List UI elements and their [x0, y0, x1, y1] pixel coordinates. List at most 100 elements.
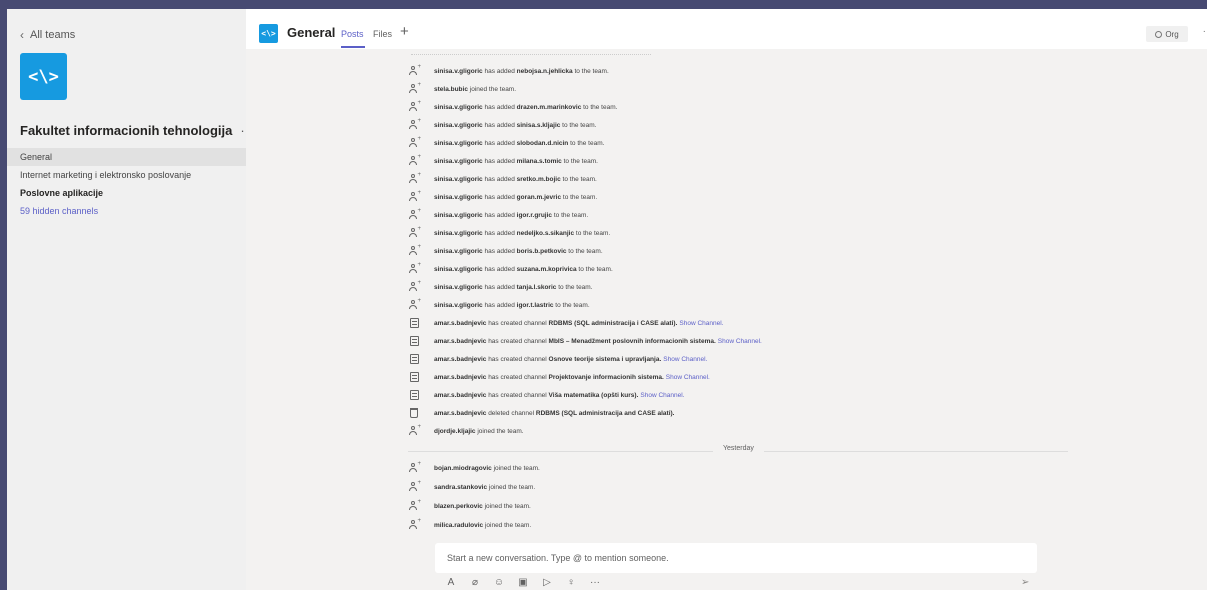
- activity-user[interactable]: amar.s.badnjevic: [434, 410, 486, 417]
- activity-user[interactable]: sinisa.v.gligoric: [434, 212, 483, 219]
- activity-target[interactable]: suzana.m.koprivica: [517, 266, 577, 273]
- show-channel-link[interactable]: Show Channel.: [663, 356, 707, 363]
- org-button[interactable]: Org: [1146, 26, 1188, 42]
- activity-user[interactable]: sinisa.v.gligoric: [434, 302, 483, 309]
- activity-action: joined the team.: [467, 85, 517, 93]
- activity-user[interactable]: amar.s.badnjevic: [434, 320, 486, 327]
- compose-box[interactable]: Start a new conversation. Type @ to ment…: [435, 543, 1037, 573]
- activity-user[interactable]: sinisa.v.gligoric: [434, 176, 483, 183]
- activity-user[interactable]: sinisa.v.gligoric: [434, 104, 483, 111]
- activity-text: sinisa.v.gligoric has added slobodan.d.n…: [434, 140, 604, 147]
- show-channel-link[interactable]: Show Channel.: [666, 374, 710, 381]
- org-label: Org: [1165, 29, 1179, 39]
- activity-target[interactable]: igor.t.lastric: [517, 302, 554, 309]
- channel-icon: [408, 317, 420, 329]
- channel-general[interactable]: General: [7, 148, 246, 166]
- activity-text: milica.radulovic joined the team.: [434, 522, 531, 529]
- format-icon[interactable]: A: [445, 576, 457, 588]
- activity-user[interactable]: stela.bubic: [434, 86, 468, 93]
- activity-target[interactable]: Projektovanje informacionih sistema.: [549, 374, 664, 381]
- user-add-icon: +: [408, 208, 421, 221]
- activity-item: amar.s.badnjevic has created channel RDB…: [408, 314, 723, 332]
- activity-user[interactable]: sinisa.v.gligoric: [434, 68, 483, 75]
- activity-user[interactable]: amar.s.badnjevic: [434, 338, 486, 345]
- activity-target[interactable]: nedeljko.s.sikanjic: [517, 230, 574, 237]
- activity-target[interactable]: RDBMS (SQL administracija i CASE alati).: [549, 320, 678, 327]
- more-icon[interactable]: ·: [1203, 26, 1206, 37]
- hidden-channels-link[interactable]: 59 hidden channels: [7, 202, 246, 220]
- activity-target[interactable]: boris.b.petkovic: [517, 248, 567, 255]
- activity-action: has added: [482, 139, 517, 147]
- activity-tail: to the team.: [553, 301, 590, 309]
- activity-action: has created channel: [486, 373, 549, 381]
- activity-text: amar.s.badnjevic has created channel Osn…: [434, 356, 707, 363]
- activity-user[interactable]: milica.radulovic: [434, 522, 483, 529]
- activity-item: + blazen.perkovic joined the team.: [408, 497, 531, 515]
- praise-icon[interactable]: ♀: [565, 576, 577, 588]
- activity-action: has added: [482, 157, 517, 165]
- activity-user[interactable]: sinisa.v.gligoric: [434, 230, 483, 237]
- activity-text: amar.s.badnjevic deleted channel RDBMS (…: [434, 410, 674, 417]
- tab-posts[interactable]: Posts: [341, 29, 364, 39]
- sticker-icon[interactable]: ▷: [541, 576, 553, 588]
- activity-user[interactable]: sinisa.v.gligoric: [434, 194, 483, 201]
- activity-user[interactable]: sinisa.v.gligoric: [434, 266, 483, 273]
- activity-user[interactable]: sinisa.v.gligoric: [434, 140, 483, 147]
- activity-user[interactable]: sinisa.v.gligoric: [434, 158, 483, 165]
- activity-item: amar.s.badnjevic has created channel Osn…: [408, 350, 707, 368]
- user-add-icon: +: [408, 82, 421, 95]
- activity-user[interactable]: djordje.kljajic: [434, 428, 476, 435]
- activity-target[interactable]: Osnove teorije sistema i upravljanja.: [549, 356, 662, 363]
- activity-target[interactable]: goran.m.jevric: [517, 194, 561, 201]
- activity-user[interactable]: sinisa.v.gligoric: [434, 284, 483, 291]
- activity-user[interactable]: blazen.perkovic: [434, 503, 483, 510]
- activity-text: sinisa.v.gligoric has added igor.t.lastr…: [434, 302, 590, 309]
- activity-user[interactable]: amar.s.badnjevic: [434, 356, 486, 363]
- gif-icon[interactable]: ▣: [517, 576, 529, 588]
- more-icon[interactable]: ···: [589, 576, 601, 588]
- show-channel-link[interactable]: Show Channel.: [718, 338, 762, 345]
- activity-target[interactable]: milana.s.tomic: [517, 158, 562, 165]
- activity-target[interactable]: sretko.m.bojic: [517, 176, 561, 183]
- activity-user[interactable]: sinisa.v.gligoric: [434, 122, 483, 129]
- activity-target[interactable]: MbIS – Menadžment poslovnih informacioni…: [549, 338, 716, 345]
- activity-target[interactable]: RDBMS (SQL administracija and CASE alati…: [536, 410, 675, 417]
- activity-target[interactable]: igor.r.grujic: [517, 212, 552, 219]
- channel-poslovne-aplikacije[interactable]: Poslovne aplikacije: [7, 184, 246, 202]
- channel-main: <\> General Posts Files + Org · Yesterda…: [246, 9, 1207, 590]
- send-icon[interactable]: ➢: [1021, 577, 1029, 588]
- activity-target[interactable]: tanja.l.skoric: [517, 284, 557, 291]
- activity-user[interactable]: sinisa.v.gligoric: [434, 248, 483, 255]
- user-add-icon: +: [408, 244, 421, 257]
- activity-user[interactable]: amar.s.badnjevic: [434, 392, 486, 399]
- activity-item: + sinisa.v.gligoric has added nedeljko.s.…: [408, 224, 610, 242]
- activity-target[interactable]: drazen.m.marinkovic: [517, 104, 582, 111]
- all-teams-link[interactable]: ‹ All teams: [20, 28, 75, 42]
- activity-target[interactable]: nebojsa.n.jehlicka: [517, 68, 573, 75]
- show-channel-link[interactable]: Show Channel.: [679, 320, 723, 327]
- activity-user[interactable]: sandra.stankovic: [434, 484, 487, 491]
- activity-user[interactable]: bojan.miodragovic: [434, 465, 492, 472]
- activity-text: bojan.miodragovic joined the team.: [434, 465, 540, 472]
- activity-text: blazen.perkovic joined the team.: [434, 503, 531, 510]
- attach-icon[interactable]: ⌀: [469, 576, 481, 588]
- emoji-icon[interactable]: ☺: [493, 576, 505, 588]
- user-add-icon: +: [408, 118, 421, 131]
- activity-item: + sinisa.v.gligoric has added sinisa.s.kl…: [408, 116, 597, 134]
- user-add-icon: +: [408, 424, 421, 437]
- team-name: Fakultet informacionih tehnologija ···: [20, 123, 256, 138]
- activity-target[interactable]: sinisa.s.kljajic: [517, 122, 561, 129]
- user-add-icon: +: [408, 226, 421, 239]
- channel-internet-marketing[interactable]: Internet marketing i elektronsko poslova…: [7, 166, 246, 184]
- tab-files[interactable]: Files: [373, 29, 392, 39]
- activity-item: + stela.bubic joined the team.: [408, 80, 516, 98]
- add-tab-button[interactable]: +: [400, 23, 409, 40]
- activity-user[interactable]: amar.s.badnjevic: [434, 374, 486, 381]
- activity-target[interactable]: Viša matematika (opšti kurs).: [549, 392, 639, 399]
- user-add-icon: +: [408, 172, 421, 185]
- channel-header: <\> General Posts Files + Org ·: [246, 9, 1207, 49]
- show-channel-link[interactable]: Show Channel.: [640, 392, 684, 399]
- user-add-icon: +: [408, 154, 421, 167]
- activity-target[interactable]: slobodan.d.nicin: [517, 140, 569, 147]
- activity-tail: to the team.: [572, 67, 609, 75]
